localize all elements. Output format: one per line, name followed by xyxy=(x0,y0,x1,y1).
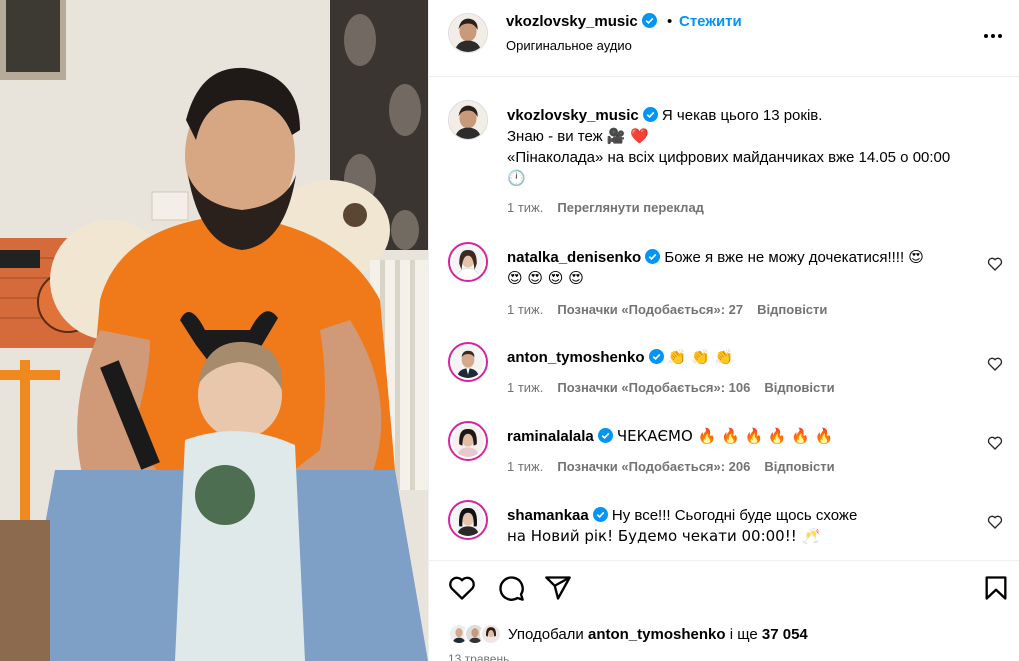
comment-text: shamankaa Ну все!!! Сьогодні буде щось с… xyxy=(507,505,987,547)
comment-body: Боже я вже не можу дочекатися!!!! 😍 xyxy=(664,249,924,266)
caption-meta: 1 тиж. Переглянути переклад xyxy=(507,200,704,215)
verified-badge-icon xyxy=(641,13,657,28)
commenter-avatar[interactable] xyxy=(448,242,488,282)
caption-text: vkozlovsky_music Я чекав цього 13 років.… xyxy=(507,105,987,189)
like-heart-icon[interactable] xyxy=(448,574,476,602)
clock-emoji: 🕛 xyxy=(507,169,526,187)
likes-prefix: Уподобали xyxy=(508,625,584,643)
caption-line-1: Я чекав цього 13 років. xyxy=(661,107,823,124)
verified-badge-icon xyxy=(648,349,664,364)
author-username[interactable]: vkozlovsky_music xyxy=(506,13,638,30)
comment-body: Ну все!!! Сьогодні буде щось схоже xyxy=(611,507,858,524)
liker-avatar xyxy=(480,623,502,645)
comments-list[interactable]: vkozlovsky_music Я чекав цього 13 років.… xyxy=(429,78,1019,560)
verified-badge-icon xyxy=(645,249,661,264)
likes-count[interactable]: 37 054 xyxy=(762,626,808,643)
comment-body-line-2: 😍 😍 😍 😍 xyxy=(507,269,584,287)
comment-likes-count[interactable]: Позначки «Подобається»: 106 xyxy=(557,380,750,395)
post-actions: Уподобали anton_tymoshenko і ще 37 054 1… xyxy=(429,560,1019,661)
comment-item: anton_tymoshenko 👏 👏 👏 1 тиж. Позначки «П… xyxy=(448,342,1003,402)
comment-icon[interactable] xyxy=(497,574,525,602)
post-detail-panel: vkozlovsky_music • Стежити Оригинальное … xyxy=(428,0,1019,661)
like-comment-heart-icon[interactable] xyxy=(987,356,1003,372)
comment-body: 👏 👏 👏 xyxy=(667,348,734,366)
header-separator: • xyxy=(667,13,673,30)
commenter-avatar[interactable] xyxy=(448,421,488,461)
comment-text: raminalalala ЧЕКАЄМО 🔥 🔥 🔥 🔥 🔥 🔥 xyxy=(507,426,987,447)
comment-time: 1 тиж. xyxy=(507,459,544,474)
likes-text: Уподобали anton_tymoshenko і ще 37 054 xyxy=(508,626,808,643)
caption-line-3: «Пінаколада» на всіх цифрових майданчика… xyxy=(507,149,951,166)
comment-username[interactable]: anton_tymoshenko xyxy=(507,349,645,366)
comment-likes-count[interactable]: Позначки «Подобається»: 206 xyxy=(557,459,750,474)
comment-meta: 1 тиж. Позначки «Подобається»: 27 Відповіс… xyxy=(507,302,827,317)
commenter-avatar-image xyxy=(452,425,484,457)
commenter-avatar-image xyxy=(452,346,484,378)
commenter-avatar-image xyxy=(452,504,484,536)
author-avatar[interactable] xyxy=(448,13,488,53)
comment-meta: 1 тиж. Позначки «Подобається»: 106 Відпові… xyxy=(507,380,835,395)
like-comment-heart-icon[interactable] xyxy=(987,435,1003,451)
comment-time: 1 тиж. xyxy=(507,380,544,395)
share-icon[interactable] xyxy=(544,574,572,602)
verified-badge-icon xyxy=(592,507,608,522)
comment-text: natalka_denisenko Боже я вже не можу доч… xyxy=(507,247,987,289)
verified-badge-icon xyxy=(642,107,658,122)
comment-time: 1 тиж. xyxy=(507,302,544,317)
comment-username[interactable]: natalka_denisenko xyxy=(507,249,641,266)
comment-item: natalka_denisenko Боже я вже не можу доч… xyxy=(448,242,1003,322)
likes-summary: Уподобали anton_tymoshenko і ще 37 054 xyxy=(448,623,808,645)
verified-badge-icon xyxy=(597,428,613,443)
comment-username[interactable]: raminalalala xyxy=(507,428,594,445)
video-frame xyxy=(0,0,428,661)
follow-button[interactable]: Стежити xyxy=(679,13,742,30)
post-video[interactable] xyxy=(0,0,428,661)
caption-line-2-emoji: 🎥 ❤️ xyxy=(606,127,649,145)
comment-username[interactable]: shamankaa xyxy=(507,507,589,524)
comment-item: shamankaa Ну все!!! Сьогодні буде щось с… xyxy=(448,500,1003,560)
more-options-icon[interactable] xyxy=(984,24,1002,48)
commenter-avatar[interactable] xyxy=(448,500,488,540)
commenter-avatar-image xyxy=(452,246,484,278)
reply-button[interactable]: Відповісти xyxy=(757,302,827,317)
caption-time: 1 тиж. xyxy=(507,200,544,215)
comment-meta: 1 тиж. Позначки «Подобається»: 206 Відпові… xyxy=(507,459,835,474)
like-comment-heart-icon[interactable] xyxy=(987,256,1003,272)
comment-body: ЧЕКАЄМО 🔥 🔥 🔥 🔥 🔥 🔥 xyxy=(616,427,834,445)
comment-likes-count[interactable]: Позначки «Подобається»: 27 xyxy=(557,302,743,317)
comment-text: anton_tymoshenko 👏 👏 👏 xyxy=(507,347,987,368)
likes-user-link[interactable]: anton_tymoshenko xyxy=(588,626,726,643)
caption-avatar-image xyxy=(449,101,487,139)
comment-item: raminalalala ЧЕКАЄМО 🔥 🔥 🔥 🔥 🔥 🔥 1 тиж. П… xyxy=(448,421,1003,481)
post-header: vkozlovsky_music • Стежити Оригинальное … xyxy=(429,0,1019,77)
post-date[interactable]: 13 травень xyxy=(448,652,509,661)
caption-username[interactable]: vkozlovsky_music xyxy=(507,107,639,124)
author-username-row: vkozlovsky_music xyxy=(506,13,657,30)
commenter-avatar[interactable] xyxy=(448,342,488,382)
caption-line-2: Знаю - ви теж xyxy=(507,128,603,145)
author-avatar-image xyxy=(449,14,487,52)
reply-button[interactable]: Відповісти xyxy=(764,380,834,395)
reply-button[interactable]: Відповісти xyxy=(764,459,834,474)
likes-middle: і ще xyxy=(729,625,758,643)
save-bookmark-icon[interactable] xyxy=(982,574,1010,602)
caption: vkozlovsky_music Я чекав цього 13 років.… xyxy=(448,100,1003,220)
like-comment-heart-icon[interactable] xyxy=(987,514,1003,530)
audio-link[interactable]: Оригинальное аудио xyxy=(506,38,632,53)
see-translation-link[interactable]: Переглянути переклад xyxy=(557,200,704,215)
comment-body-line-2: на Новий рік! Будемо чекати 00:00!! 🥂 xyxy=(507,527,821,545)
caption-avatar[interactable] xyxy=(448,100,488,140)
